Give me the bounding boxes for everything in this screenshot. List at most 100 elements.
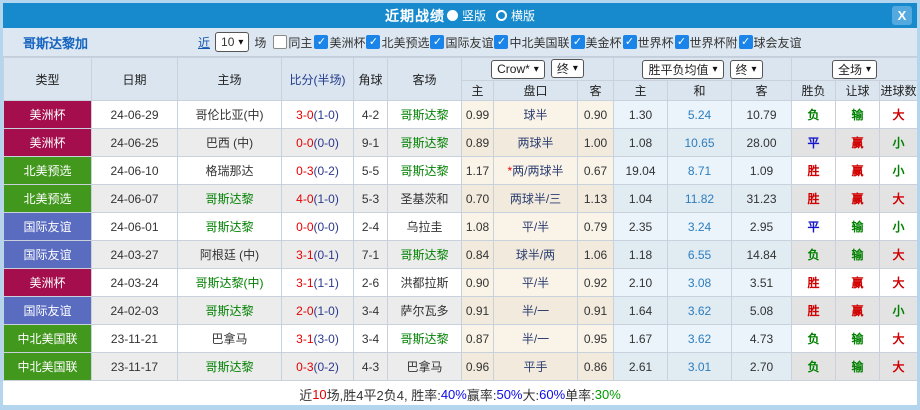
close-button[interactable]: X (892, 6, 912, 25)
same-home-filter[interactable]: 同主 (273, 34, 312, 51)
home-team: 哥斯达黎 (177, 352, 282, 381)
vertical-layout-label[interactable]: 竖版 (462, 7, 486, 24)
result-wdl: 胜 (791, 156, 837, 185)
home-team: 哥斯达黎 (177, 184, 282, 213)
sub-header-result-wdl: 胜负 (791, 80, 837, 101)
result-goals: 大 (879, 324, 917, 353)
result-goals: 小 (879, 156, 917, 185)
horizontal-layout-label[interactable]: 横版 (511, 7, 535, 24)
score-cell: 2-0(1-0) (281, 296, 354, 325)
avg-period-value: 终 (735, 62, 748, 77)
corner-count: 3-4 (353, 324, 388, 353)
avg-period-select[interactable]: 终 ▾ (729, 59, 763, 79)
avg-draw-odds: 11.82 (667, 184, 732, 213)
checkbox-checked-icon[interactable]: ✓ (622, 35, 637, 49)
result-goals: 大 (879, 100, 917, 129)
competition-filter-label: 世界杯 (637, 35, 674, 50)
away-team: 哥斯达黎 (387, 128, 462, 157)
competition-badge: 美洲杯 (3, 268, 92, 297)
score-cell: 3-1(3-0) (281, 324, 354, 353)
halftime-score: (0-2) (313, 163, 339, 178)
competition-filter[interactable]: ✓ 世界杯附 (674, 34, 738, 51)
away-odds: 0.86 (577, 352, 614, 381)
odds-company-select[interactable]: Crow* ▾ (491, 59, 545, 79)
match-count-value: 10 (221, 35, 235, 49)
table-row: 中北美国联 23-11-17 哥斯达黎 0-3(0-2) 4-3 巴拿马 0.96 平手 0.8… (3, 352, 917, 381)
match-count-select[interactable]: 10 ▾ (215, 32, 250, 52)
sub-header-odds-home: 主 (461, 80, 494, 101)
competition-badge: 国际友谊 (3, 212, 92, 241)
summary-segment: 30% (594, 387, 621, 402)
corner-count: 2-6 (353, 268, 388, 297)
checkbox-checked-icon[interactable]: ✓ (738, 35, 753, 49)
near-matches-link[interactable]: 近 (198, 34, 210, 51)
result-wdl: 负 (791, 324, 837, 353)
checkbox-checked-icon[interactable]: ✓ (430, 35, 445, 49)
avg-draw-odds: 3.24 (667, 212, 732, 241)
score-cell: 0-3(0-2) (281, 352, 354, 381)
checkbox-checked-icon[interactable]: ✓ (314, 35, 329, 49)
horizontal-layout-radio-icon[interactable] (496, 10, 507, 21)
home-team: 哥伦比亚(中) (177, 100, 282, 129)
competition-filter[interactable]: ✓ 北美预选 (366, 34, 429, 51)
checkbox-checked-icon[interactable]: ✓ (494, 35, 509, 49)
home-odds: 0.99 (461, 100, 494, 129)
away-odds: 1.06 (577, 240, 614, 269)
checkbox-unchecked-icon[interactable] (273, 35, 288, 49)
score-cell: 0-3(0-2) (281, 156, 354, 185)
results-table: 类型 日期 主场 比分(半场) 角球 客场 Crow* ▾ 终 ▾ 胜平负均值 ▾ 终 ▾ … (3, 57, 917, 381)
result-goals: 大 (879, 268, 917, 297)
scope-select[interactable]: 全场 ▾ (832, 59, 878, 79)
home-odds: 0.84 (461, 240, 494, 269)
scope-value: 全场 (838, 62, 863, 77)
table-row: 美洲杯 24-06-29 哥伦比亚(中) 3-0(1-0) 4-2 哥斯达黎 0.99 球半 0… (3, 100, 917, 129)
checkbox-checked-icon[interactable]: ✓ (674, 35, 689, 49)
avg-draw-odds: 8.71 (667, 156, 732, 185)
avg-draw-odds: 3.62 (667, 324, 732, 353)
result-goals: 小 (879, 296, 917, 325)
col-header-score: 比分(半场) (281, 57, 354, 101)
result-goals: 大 (879, 240, 917, 269)
results-tbody: 美洲杯 24-06-29 哥伦比亚(中) 3-0(1-0) 4-2 哥斯达黎 0.99 球半 0… (3, 100, 917, 381)
home-odds: 1.17 (461, 156, 494, 185)
competition-filter[interactable]: ✓ 世界杯 (622, 34, 674, 51)
avg-win-odds: 1.64 (613, 296, 668, 325)
filter-controls: 近 10 ▾ 场 同主 ✓ 美洲杯 ✓ 北美预选 ✓ 国际友谊 ✓ 中北美国联 ✓ 美金杯 ✓ 世界杯… (198, 32, 803, 52)
checkbox-checked-icon[interactable]: ✓ (570, 35, 585, 49)
odds-period-select[interactable]: 终 ▾ (550, 59, 584, 79)
halftime-score: (1-0) (313, 191, 339, 206)
home-team: 哥斯达黎(中) (177, 268, 282, 297)
halftime-score: (1-0) (313, 107, 339, 122)
vertical-layout-radio-selected-icon[interactable] (446, 10, 458, 21)
competition-filter[interactable]: ✓ 美洲杯 (314, 34, 365, 51)
away-odds: 1.00 (577, 128, 614, 157)
sub-header-avg-lose: 客 (730, 80, 793, 101)
competition-filter[interactable]: ✓ 美金杯 (570, 34, 622, 51)
result-wdl: 平 (791, 212, 837, 241)
corner-count: 5-5 (353, 156, 388, 185)
competition-filter[interactable]: ✓ 中北美国联 (494, 34, 570, 51)
fulltime-score: 4-0 (296, 191, 314, 206)
handicap-line: 半/一 (493, 296, 578, 325)
sub-header-result-goals: 进球数 (879, 80, 917, 101)
match-date: 24-03-24 (91, 268, 178, 297)
fulltime-score: 0-0 (296, 135, 314, 150)
handicap-line: 两球半/三 (493, 184, 578, 213)
result-wdl: 胜 (791, 296, 837, 325)
competition-filter[interactable]: ✓ 球会友谊 (738, 34, 802, 51)
away-team: 哥斯达黎 (387, 324, 462, 353)
result-handicap: 赢 (835, 156, 881, 185)
handicap-line: 平手 (493, 352, 578, 381)
avg-win-odds: 1.04 (613, 184, 668, 213)
sub-header-handicap: 盘口 (493, 80, 578, 101)
avg-draw-odds: 3.62 (667, 296, 732, 325)
away-odds: 0.79 (577, 212, 614, 241)
match-date: 24-06-10 (91, 156, 178, 185)
halftime-score: (0-1) (313, 247, 339, 262)
avg-lose-odds: 14.84 (730, 240, 793, 269)
summary-segment: 单率: (565, 388, 595, 403)
checkbox-checked-icon[interactable]: ✓ (366, 35, 381, 49)
avg-type-select[interactable]: 胜平负均值 ▾ (642, 59, 724, 79)
competition-filter[interactable]: ✓ 国际友谊 (430, 34, 493, 51)
match-date: 24-06-29 (91, 100, 178, 129)
